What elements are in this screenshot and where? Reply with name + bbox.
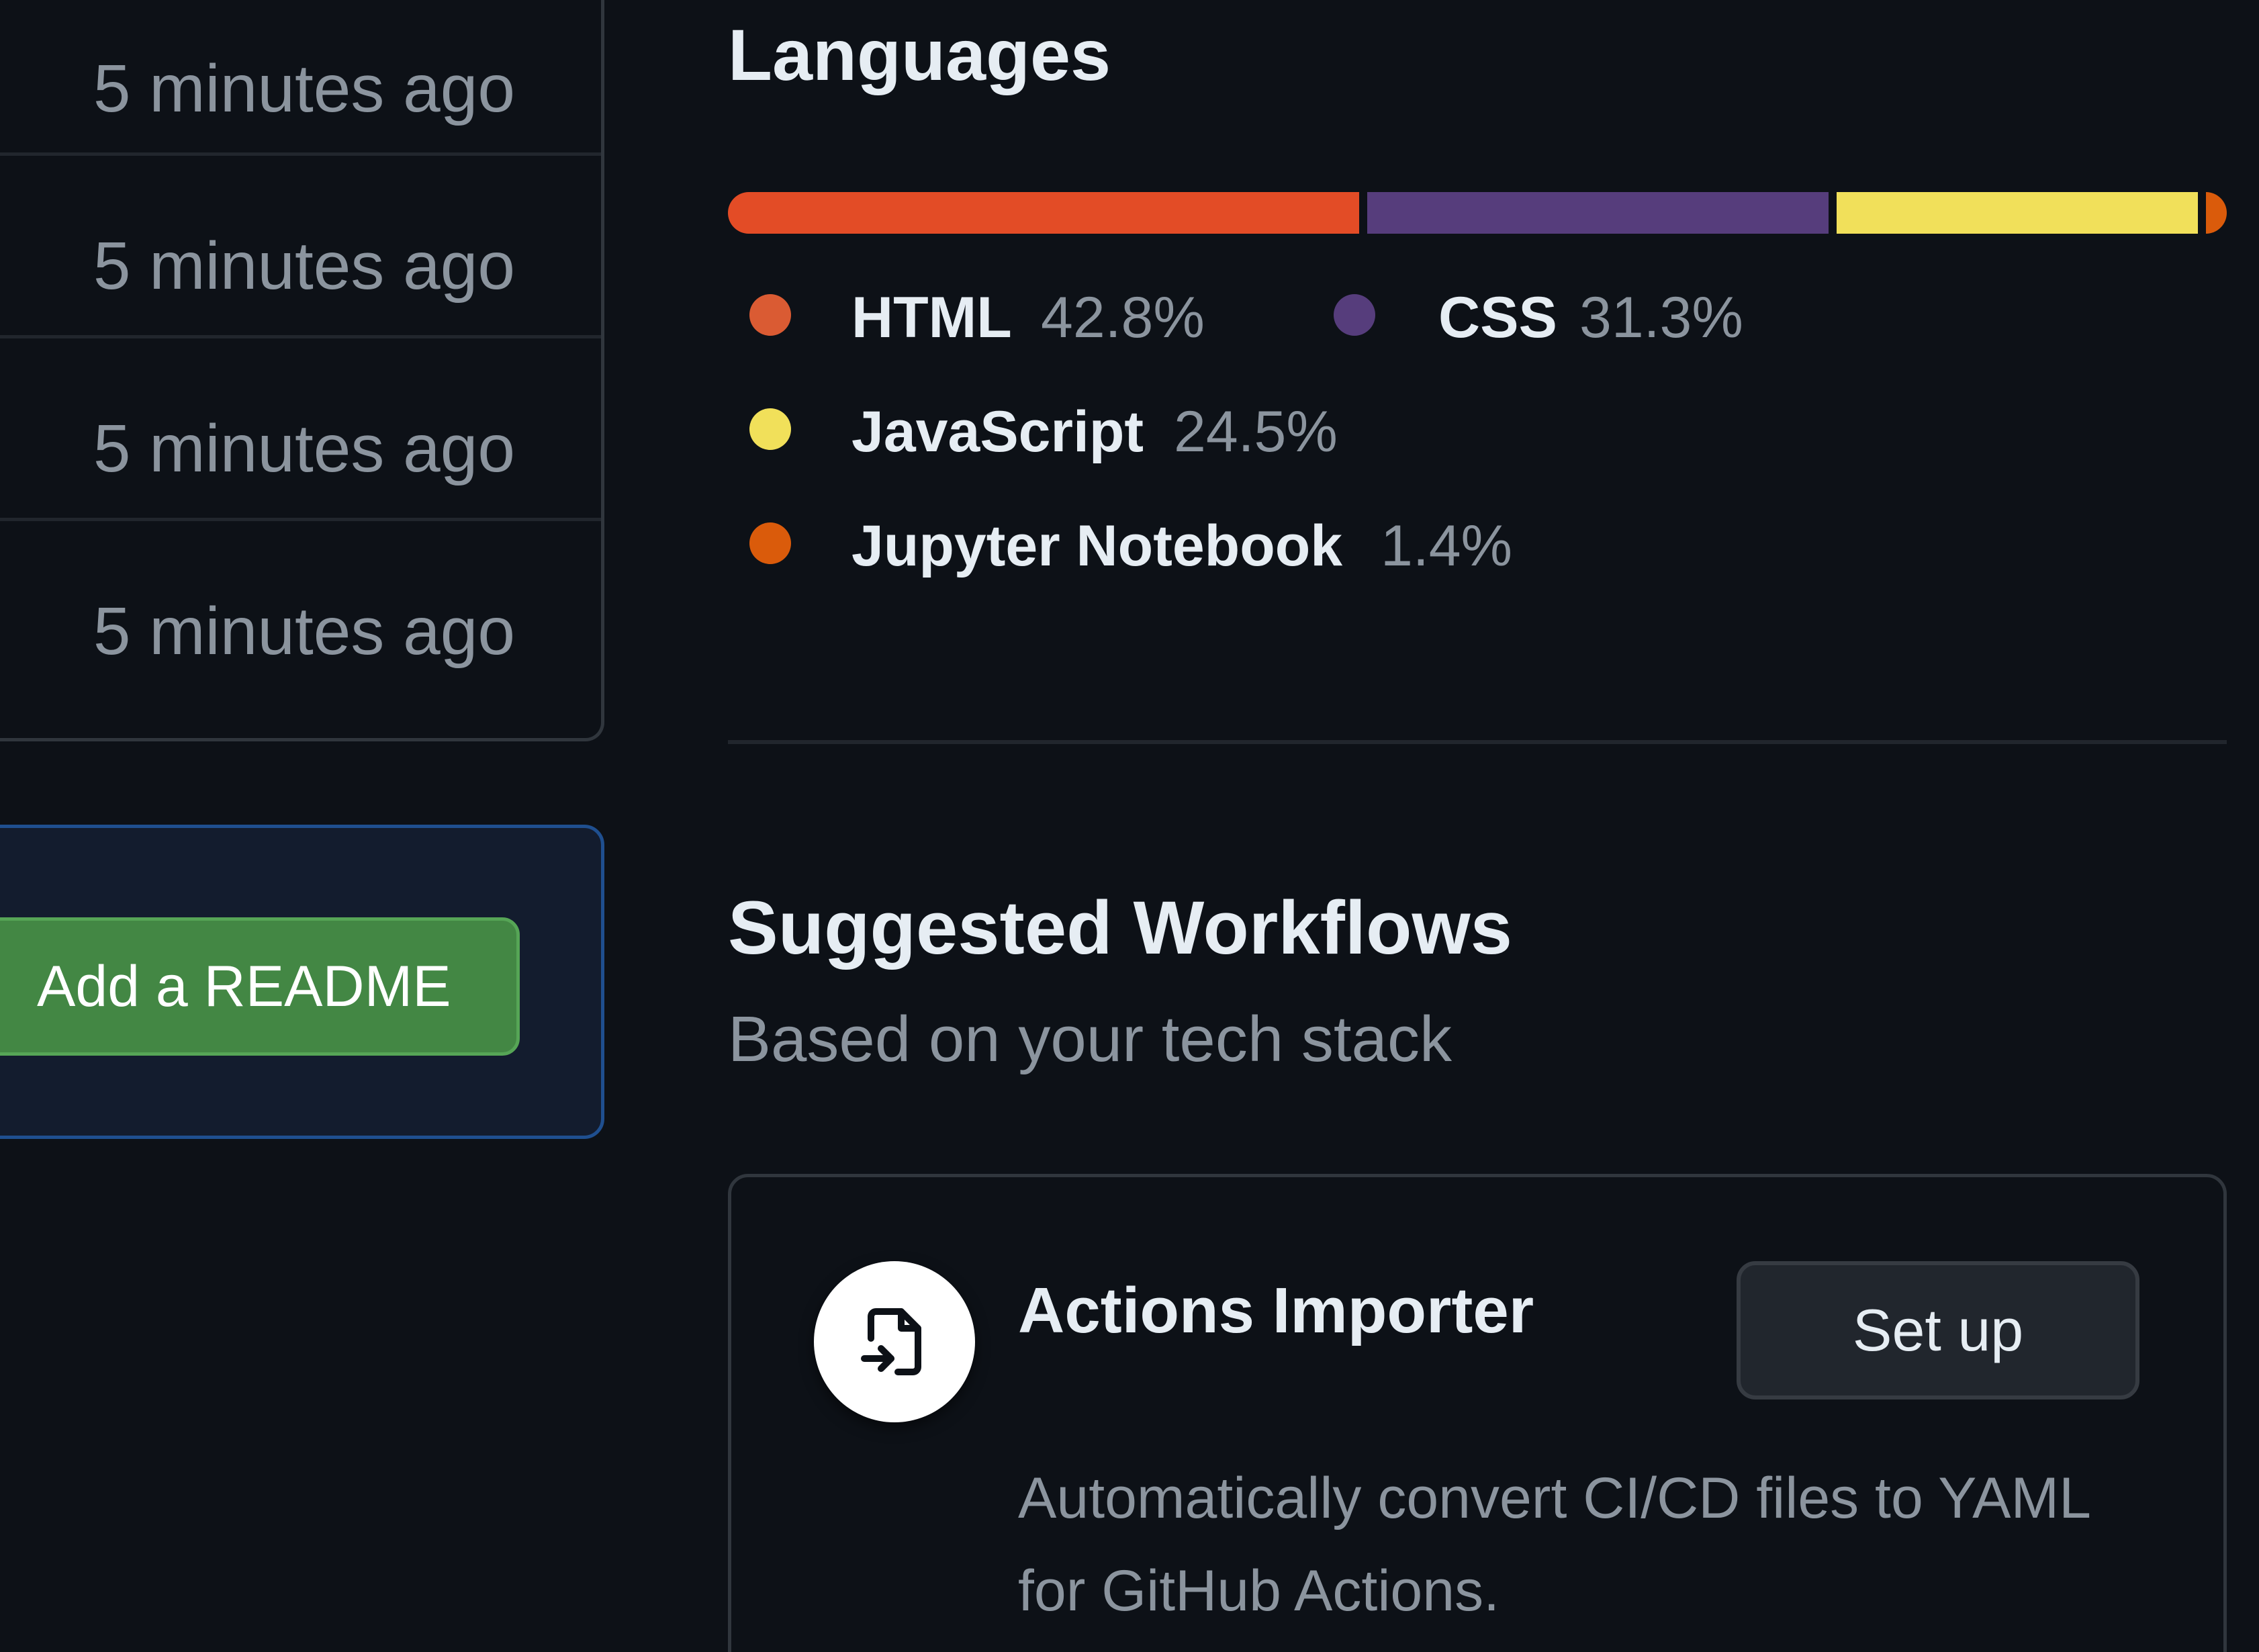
language-bar-segment-jupyter-notebook bbox=[2206, 192, 2227, 234]
language-name: JavaScript bbox=[851, 400, 1144, 464]
language-bar-segment-css bbox=[1367, 192, 1829, 234]
commit-time: 5 minutes ago bbox=[93, 228, 515, 304]
file-row[interactable]: 5 minutes ago bbox=[0, 521, 601, 704]
workflow-name: Actions Importer bbox=[1018, 1275, 1534, 1346]
language-bar-segment-html bbox=[728, 192, 1359, 234]
language-bar-segment-javascript bbox=[1837, 192, 2199, 234]
workflows-subtitle: Based on your tech stack bbox=[728, 1003, 1452, 1075]
file-import-icon bbox=[861, 1308, 921, 1375]
workflow-icon-badge bbox=[814, 1261, 975, 1422]
section-divider bbox=[728, 740, 2227, 744]
workflows-title: Suggested Workflows bbox=[728, 886, 1512, 970]
file-list: 5 minutes ago 5 minutes ago 5 minutes ag… bbox=[0, 0, 604, 741]
language-item-html[interactable]: HTML 42.8% bbox=[749, 289, 1219, 356]
language-color-dot bbox=[749, 294, 791, 336]
language-name: CSS bbox=[1438, 285, 1557, 350]
language-bar bbox=[728, 192, 2227, 234]
add-readme-button[interactable]: Add a README bbox=[0, 917, 520, 1056]
setup-workflow-button[interactable]: Set up bbox=[1737, 1261, 2139, 1399]
workflow-description: Automatically convert CI/CD files to YAM… bbox=[1018, 1466, 2089, 1623]
language-color-dot bbox=[749, 408, 791, 450]
language-percent: 24.5% bbox=[1174, 400, 1338, 464]
file-row[interactable]: 5 minutes ago bbox=[0, 0, 601, 156]
commit-time: 5 minutes ago bbox=[93, 594, 515, 669]
file-row[interactable]: 5 minutes ago bbox=[0, 338, 601, 521]
language-item-javascript[interactable]: JavaScript 24.5% bbox=[749, 403, 1421, 470]
commit-time: 5 minutes ago bbox=[93, 51, 515, 126]
languages-title: Languages bbox=[728, 14, 1111, 95]
language-percent: 31.3% bbox=[1579, 285, 1743, 350]
language-item-css[interactable]: CSS 31.3% bbox=[1334, 289, 1804, 356]
repo-page: 5 minutes ago 5 minutes ago 5 minutes ag… bbox=[0, 0, 2259, 1652]
file-row[interactable]: 5 minutes ago bbox=[0, 156, 601, 338]
language-percent: 1.4% bbox=[1381, 514, 1513, 578]
language-item-jupyter-notebook[interactable]: Jupyter Notebook 1.4% bbox=[749, 517, 1555, 584]
language-color-dot bbox=[1334, 294, 1375, 336]
commit-time: 5 minutes ago bbox=[93, 411, 515, 486]
language-percent: 42.8% bbox=[1041, 285, 1205, 350]
language-name: HTML bbox=[851, 285, 1012, 350]
language-name: Jupyter Notebook bbox=[851, 514, 1343, 578]
language-color-dot bbox=[749, 522, 791, 564]
